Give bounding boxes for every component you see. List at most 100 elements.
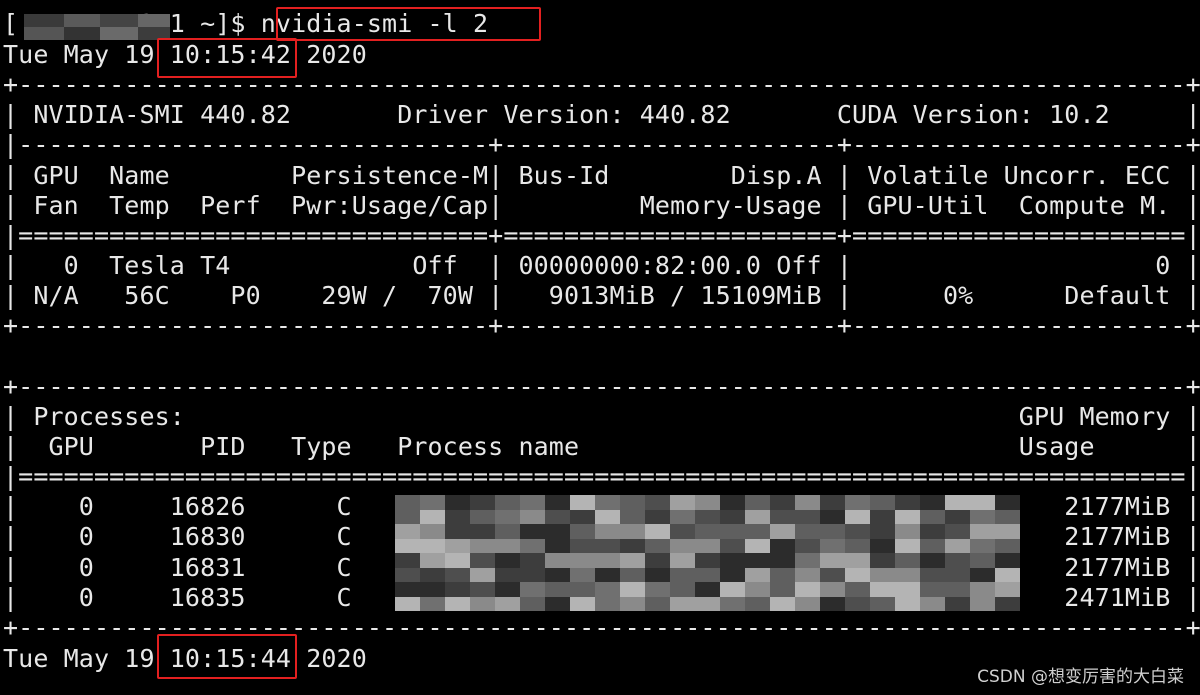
redaction-pixel: [820, 596, 845, 611]
redaction-pixel: [920, 567, 945, 583]
redaction-pixel: [845, 582, 870, 597]
redaction-pixel: [395, 567, 420, 583]
redaction-pixel: [945, 538, 970, 554]
redaction-pixel: [420, 582, 445, 597]
redaction-pixel: [920, 582, 945, 597]
redaction-pixel: [695, 596, 720, 611]
redaction-pixel: [820, 495, 845, 510]
redaction-pixel: [920, 553, 945, 568]
redaction-pixel: [670, 582, 695, 597]
redaction-pixel: [845, 567, 870, 583]
redaction-pixel: [445, 524, 470, 539]
redaction-pixel: [695, 567, 720, 583]
redaction-pixel: [620, 509, 645, 525]
redaction-pixel: [770, 582, 795, 597]
redaction-pixel: [945, 567, 970, 583]
redaction-pixel: [770, 596, 795, 611]
redaction-pixel: [545, 538, 570, 554]
redaction-pixel: [645, 553, 670, 568]
redaction-pixel: [995, 582, 1020, 597]
redaction-pixel: [845, 553, 870, 568]
redaction-pixel: [645, 567, 670, 583]
redaction-pixel: [470, 495, 495, 510]
redaction-pixel: [795, 567, 820, 583]
redaction-pixel: [745, 538, 770, 554]
redaction-pixel: [495, 567, 520, 583]
redaction-pixel: [720, 553, 745, 568]
terminal-window[interactable]: [ 251 ~]$ nvidia-smi -l 2 Tue May 19 10:…: [0, 0, 1200, 695]
redaction-pixel: [870, 509, 895, 525]
redaction-pixel: [545, 582, 570, 597]
redaction-pixel: [795, 524, 820, 539]
redaction-pixel: [420, 596, 445, 611]
redaction-pixel: [645, 509, 670, 525]
redaction-pixel: [495, 495, 520, 510]
redaction-pixel: [420, 509, 445, 525]
redaction-pixel: [820, 538, 845, 554]
redaction-pixel: [920, 596, 945, 611]
redaction-pixel: [745, 524, 770, 539]
redaction-pixel: [920, 509, 945, 525]
redaction-pixel: [870, 596, 895, 611]
redaction-pixel: [545, 524, 570, 539]
process-header-row-2: | GPU PID Type Process name Usage |: [3, 432, 1200, 461]
redaction-pixel: [395, 495, 420, 510]
redaction-pixel: [570, 596, 595, 611]
redacted-hostname: [24, 14, 170, 40]
redaction-pixel: [745, 567, 770, 583]
redaction-pixel: [570, 495, 595, 510]
redaction-pixel: [795, 509, 820, 525]
redaction-pixel: [895, 538, 920, 554]
redaction-pixel: [720, 538, 745, 554]
redaction-pixel: [845, 509, 870, 525]
redaction-pixel: [795, 553, 820, 568]
redacted-process-names: [395, 495, 1020, 611]
redaction-pixel: [870, 567, 895, 583]
redaction-pixel: [570, 582, 595, 597]
redaction-pixel: [645, 582, 670, 597]
redaction-pixel: [420, 567, 445, 583]
redaction-pixel: [895, 582, 920, 597]
redaction-pixel: [395, 538, 420, 554]
redaction-pixel: [970, 538, 995, 554]
redaction-pixel: [695, 582, 720, 597]
redaction-pixel: [995, 495, 1020, 510]
redaction-pixel: [695, 509, 720, 525]
redaction-pixel: [970, 553, 995, 568]
redaction-pixel: [995, 567, 1020, 583]
redaction-pixel: [920, 495, 945, 510]
redaction-pixel: [795, 538, 820, 554]
redaction-pixel: [945, 495, 970, 510]
redaction-pixel: [495, 582, 520, 597]
redaction-pixel: [620, 582, 645, 597]
redaction-pixel: [645, 596, 670, 611]
redaction-pixel: [820, 524, 845, 539]
redaction-pixel: [470, 538, 495, 554]
redaction-pixel: [395, 509, 420, 525]
redaction-pixel: [870, 495, 895, 510]
gpu-header-row-1: | GPU Name Persistence-M| Bus-Id Disp.A …: [3, 161, 1200, 190]
gpu-header-separator: |===============================+=======…: [3, 221, 1200, 250]
redaction-pixel: [395, 553, 420, 568]
redaction-pixel: [770, 509, 795, 525]
redaction-pixel: [470, 553, 495, 568]
redaction-pixel: [620, 567, 645, 583]
redaction-pixel: [420, 524, 445, 539]
redaction-pixel: [970, 567, 995, 583]
redaction-pixel: [620, 524, 645, 539]
redaction-pixel: [445, 495, 470, 510]
table-divider: |-------------------------------+-------…: [3, 130, 1200, 159]
redaction-pixel: [470, 596, 495, 611]
redaction-pixel: [745, 495, 770, 510]
redaction-pixel: [870, 582, 895, 597]
redaction-pixel: [570, 567, 595, 583]
redaction-pixel: [645, 524, 670, 539]
redaction-pixel: [820, 567, 845, 583]
redaction-pixel: [970, 495, 995, 510]
redaction-pixel: [570, 538, 595, 554]
redaction-pixel: [595, 567, 620, 583]
redaction-pixel: [445, 582, 470, 597]
redaction-pixel: [495, 524, 520, 539]
redaction-pixel: [595, 596, 620, 611]
process-header-row-1: | Processes: GPU Memory |: [3, 402, 1200, 431]
